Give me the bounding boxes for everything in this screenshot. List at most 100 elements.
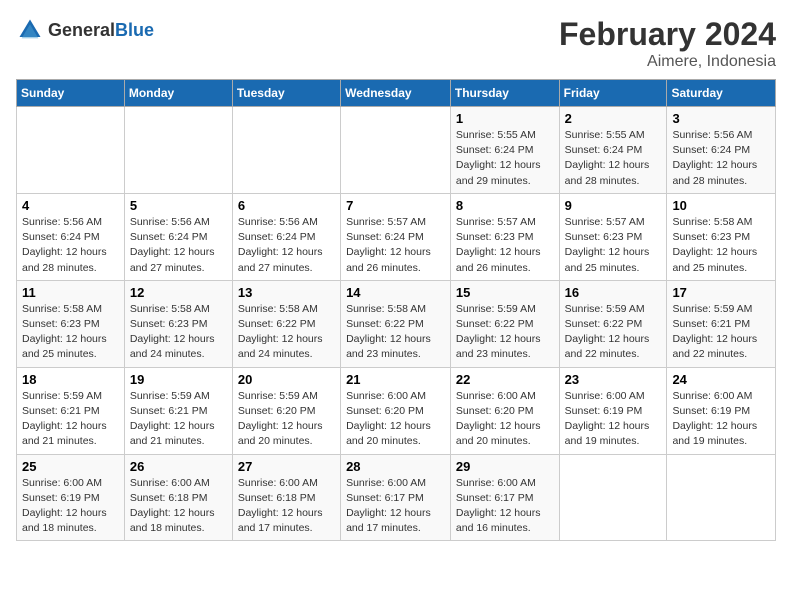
day-info: Sunrise: 5:57 AMSunset: 6:23 PMDaylight:…: [565, 215, 662, 276]
calendar-cell: 19Sunrise: 5:59 AMSunset: 6:21 PMDayligh…: [124, 367, 232, 454]
day-number: 17: [672, 285, 770, 300]
calendar-cell: 7Sunrise: 5:57 AMSunset: 6:24 PMDaylight…: [341, 193, 451, 280]
day-info: Sunrise: 5:56 AMSunset: 6:24 PMDaylight:…: [238, 215, 335, 276]
calendar-cell: [124, 107, 232, 194]
day-number: 14: [346, 285, 445, 300]
calendar-cell: 2 Sunrise: 5:55 AMSunset: 6:24 PMDaylight…: [559, 107, 667, 194]
logo-text: GeneralBlue: [48, 20, 154, 41]
calendar-cell: 13 Sunrise: 5:58 AMSunset: 6:22 PMDayligh…: [232, 280, 340, 367]
day-info: Sunrise: 5:59 AMSunset: 6:21 PMDaylight:…: [22, 389, 119, 450]
day-number: 16: [565, 285, 662, 300]
day-info: Sunrise: 5:58 AMSunset: 6:22 PMDaylight:…: [238, 302, 335, 363]
day-number: 15: [456, 285, 554, 300]
calendar-week-row: 4 Sunrise: 5:56 AMSunset: 6:24 PMDaylight…: [17, 193, 776, 280]
day-info: Sunrise: 5:59 AMSunset: 6:21 PMDaylight:…: [672, 302, 770, 363]
day-number: 24: [672, 372, 770, 387]
day-of-week-header: Monday: [124, 80, 232, 107]
calendar-cell: 10 Sunrise: 5:58 AMSunset: 6:23 PMDayligh…: [667, 193, 776, 280]
day-number: 23: [565, 372, 662, 387]
day-number: 5: [130, 198, 227, 213]
calendar-cell: 27 Sunrise: 6:00 AMSunset: 6:18 PMDayligh…: [232, 454, 340, 541]
day-number: 10: [672, 198, 770, 213]
calendar-week-row: 25Sunrise: 6:00 AMSunset: 6:19 PMDayligh…: [17, 454, 776, 541]
day-number: 28: [346, 459, 445, 474]
day-number: 7: [346, 198, 445, 213]
calendar-week-row: 1 Sunrise: 5:55 AMSunset: 6:24 PMDaylight…: [17, 107, 776, 194]
calendar-table: SundayMondayTuesdayWednesdayThursdayFrid…: [16, 79, 776, 541]
day-of-week-header: Thursday: [450, 80, 559, 107]
day-info: Sunrise: 6:00 AMSunset: 6:17 PMDaylight:…: [456, 476, 554, 537]
calendar-cell: 5 Sunrise: 5:56 AMSunset: 6:24 PMDaylight…: [124, 193, 232, 280]
day-of-week-header: Saturday: [667, 80, 776, 107]
calendar-cell: 4 Sunrise: 5:56 AMSunset: 6:24 PMDaylight…: [17, 193, 125, 280]
calendar-title: February 2024: [559, 16, 776, 53]
day-info: Sunrise: 5:57 AMSunset: 6:23 PMDaylight:…: [456, 215, 554, 276]
calendar-cell: 9Sunrise: 5:57 AMSunset: 6:23 PMDaylight…: [559, 193, 667, 280]
day-info: Sunrise: 6:00 AMSunset: 6:18 PMDaylight:…: [130, 476, 227, 537]
day-of-week-header: Sunday: [17, 80, 125, 107]
day-info: Sunrise: 5:56 AMSunset: 6:24 PMDaylight:…: [22, 215, 119, 276]
calendar-cell: 1 Sunrise: 5:55 AMSunset: 6:24 PMDaylight…: [450, 107, 559, 194]
calendar-cell: [232, 107, 340, 194]
calendar-cell: [341, 107, 451, 194]
day-number: 6: [238, 198, 335, 213]
logo-blue: Blue: [115, 20, 154, 40]
logo-general: General: [48, 20, 115, 40]
day-info: Sunrise: 5:58 AMSunset: 6:23 PMDaylight:…: [22, 302, 119, 363]
day-info: Sunrise: 5:56 AMSunset: 6:24 PMDaylight:…: [672, 128, 770, 189]
day-of-week-header: Tuesday: [232, 80, 340, 107]
calendar-cell: 28 Sunrise: 6:00 AMSunset: 6:17 PMDayligh…: [341, 454, 451, 541]
calendar-cell: 8 Sunrise: 5:57 AMSunset: 6:23 PMDaylight…: [450, 193, 559, 280]
calendar-cell: 14 Sunrise: 5:58 AMSunset: 6:22 PMDayligh…: [341, 280, 451, 367]
day-of-week-header: Friday: [559, 80, 667, 107]
day-number: 13: [238, 285, 335, 300]
day-info: Sunrise: 5:59 AMSunset: 6:22 PMDaylight:…: [565, 302, 662, 363]
day-number: 1: [456, 111, 554, 126]
calendar-cell: [559, 454, 667, 541]
calendar-subtitle: Aimere, Indonesia: [559, 53, 776, 71]
calendar-cell: 22Sunrise: 6:00 AMSunset: 6:20 PMDayligh…: [450, 367, 559, 454]
calendar-week-row: 11 Sunrise: 5:58 AMSunset: 6:23 PMDayligh…: [17, 280, 776, 367]
day-number: 29: [456, 459, 554, 474]
day-info: Sunrise: 5:58 AMSunset: 6:22 PMDaylight:…: [346, 302, 445, 363]
day-of-week-header: Wednesday: [341, 80, 451, 107]
day-info: Sunrise: 5:59 AMSunset: 6:20 PMDaylight:…: [238, 389, 335, 450]
day-number: 3: [672, 111, 770, 126]
calendar-cell: 23Sunrise: 6:00 AMSunset: 6:19 PMDayligh…: [559, 367, 667, 454]
title-block: February 2024 Aimere, Indonesia: [559, 16, 776, 71]
calendar-cell: 3 Sunrise: 5:56 AMSunset: 6:24 PMDaylight…: [667, 107, 776, 194]
day-number: 11: [22, 285, 119, 300]
day-info: Sunrise: 6:00 AMSunset: 6:19 PMDaylight:…: [22, 476, 119, 537]
day-info: Sunrise: 6:00 AMSunset: 6:17 PMDaylight:…: [346, 476, 445, 537]
calendar-cell: 16 Sunrise: 5:59 AMSunset: 6:22 PMDayligh…: [559, 280, 667, 367]
day-number: 22: [456, 372, 554, 387]
calendar-cell: 12 Sunrise: 5:58 AMSunset: 6:23 PMDayligh…: [124, 280, 232, 367]
day-number: 18: [22, 372, 119, 387]
day-info: Sunrise: 6:00 AMSunset: 6:18 PMDaylight:…: [238, 476, 335, 537]
day-info: Sunrise: 5:56 AMSunset: 6:24 PMDaylight:…: [130, 215, 227, 276]
day-info: Sunrise: 5:59 AMSunset: 6:21 PMDaylight:…: [130, 389, 227, 450]
calendar-cell: [17, 107, 125, 194]
day-info: Sunrise: 5:55 AMSunset: 6:24 PMDaylight:…: [456, 128, 554, 189]
calendar-cell: 18 Sunrise: 5:59 AMSunset: 6:21 PMDayligh…: [17, 367, 125, 454]
calendar-cell: 25Sunrise: 6:00 AMSunset: 6:19 PMDayligh…: [17, 454, 125, 541]
calendar-cell: [667, 454, 776, 541]
day-number: 8: [456, 198, 554, 213]
logo: GeneralBlue: [16, 16, 154, 44]
day-info: Sunrise: 5:58 AMSunset: 6:23 PMDaylight:…: [130, 302, 227, 363]
calendar-cell: 21 Sunrise: 6:00 AMSunset: 6:20 PMDayligh…: [341, 367, 451, 454]
day-info: Sunrise: 5:58 AMSunset: 6:23 PMDaylight:…: [672, 215, 770, 276]
calendar-cell: 6 Sunrise: 5:56 AMSunset: 6:24 PMDaylight…: [232, 193, 340, 280]
day-number: 2: [565, 111, 662, 126]
calendar-header-row: SundayMondayTuesdayWednesdayThursdayFrid…: [17, 80, 776, 107]
logo-icon: [16, 16, 44, 44]
day-number: 27: [238, 459, 335, 474]
calendar-cell: 15Sunrise: 5:59 AMSunset: 6:22 PMDayligh…: [450, 280, 559, 367]
day-number: 12: [130, 285, 227, 300]
day-info: Sunrise: 6:00 AMSunset: 6:20 PMDaylight:…: [346, 389, 445, 450]
day-info: Sunrise: 5:55 AMSunset: 6:24 PMDaylight:…: [565, 128, 662, 189]
calendar-cell: 24Sunrise: 6:00 AMSunset: 6:19 PMDayligh…: [667, 367, 776, 454]
day-number: 21: [346, 372, 445, 387]
day-number: 4: [22, 198, 119, 213]
calendar-cell: 20Sunrise: 5:59 AMSunset: 6:20 PMDayligh…: [232, 367, 340, 454]
